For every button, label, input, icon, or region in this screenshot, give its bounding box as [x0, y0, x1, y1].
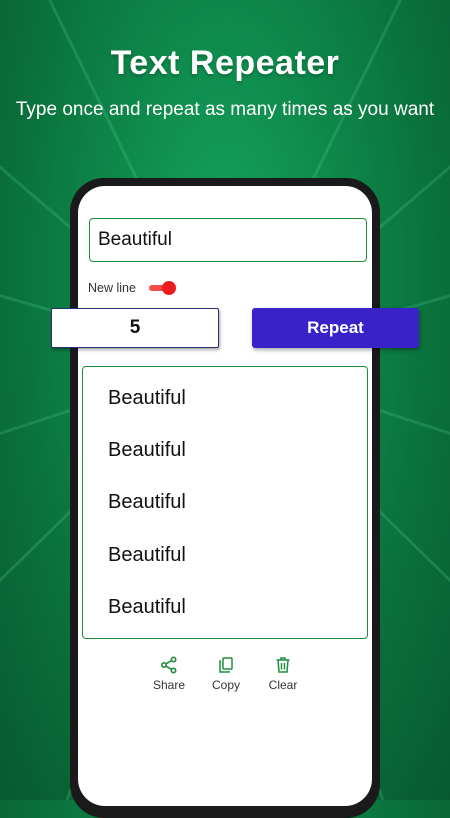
trash-icon — [276, 657, 290, 673]
repeat-button[interactable]: Repeat — [252, 308, 419, 348]
clear-button[interactable]: Clear — [258, 656, 308, 692]
share-button[interactable]: Share — [144, 656, 194, 692]
action-bar: Share Copy Clear — [78, 656, 372, 696]
repeat-count-input[interactable]: 5 — [51, 308, 219, 348]
output-line: Beautiful — [108, 491, 186, 513]
promo-subtitle: Type once and repeat as many times as yo… — [15, 99, 435, 120]
clear-label: Clear — [268, 678, 298, 692]
copy-label: Copy — [211, 678, 240, 692]
output-line: Beautiful — [108, 596, 186, 618]
app-screen: Beautiful New line 5 Repeat Beautiful Be… — [51, 186, 419, 806]
promo-title: Text Repeater — [110, 44, 340, 82]
new-line-toggle[interactable] — [148, 280, 178, 296]
share-label: Share — [152, 678, 186, 692]
new-line-label: New line — [88, 281, 136, 295]
output-line: Beautiful — [108, 439, 186, 461]
share-icon — [160, 656, 177, 674]
toggle-knob — [161, 281, 176, 295]
output-line: Beautiful — [108, 387, 186, 409]
output-box[interactable]: Beautiful Beautiful Beautiful Beautiful … — [82, 366, 368, 639]
output-line: Beautiful — [108, 544, 186, 566]
new-line-row: New line — [88, 280, 178, 296]
copy-button[interactable]: Copy — [201, 656, 251, 692]
copy-icon — [219, 657, 233, 673]
text-input[interactable]: Beautiful — [89, 218, 367, 262]
